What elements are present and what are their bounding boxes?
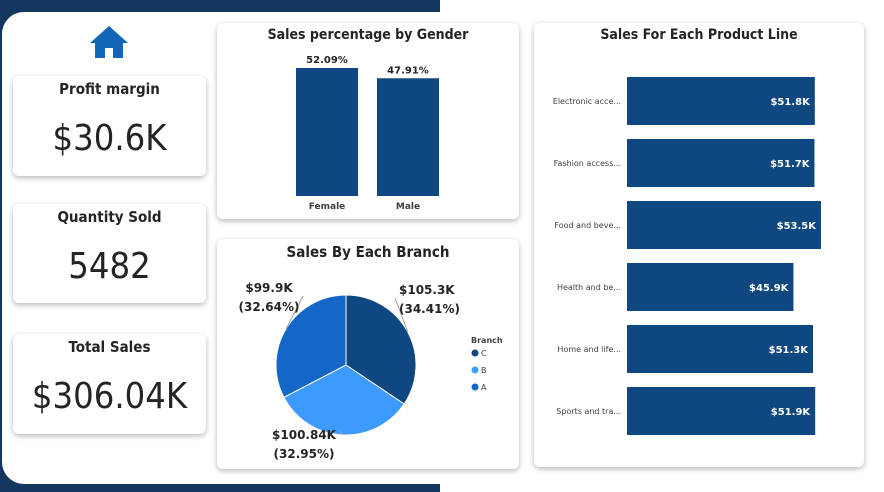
product-chart: $51.8K Electronic acce... $51.7K Fashion ac… bbox=[553, 77, 821, 435]
pie-data-label: (32.64%) bbox=[239, 300, 300, 314]
product-category-label: Sports and tra... bbox=[556, 407, 621, 416]
kpi-title: Profit margin bbox=[59, 80, 160, 98]
kpi-title: Quantity Sold bbox=[57, 208, 162, 226]
gender-chart: 52.09% Female 47.91% Male bbox=[296, 55, 439, 212]
product-data-label: $51.8K bbox=[770, 97, 811, 108]
gender-data-label: 52.09% bbox=[306, 55, 348, 66]
home-icon[interactable] bbox=[88, 24, 130, 60]
product-data-label: $53.5K bbox=[777, 221, 818, 232]
legend-marker bbox=[471, 349, 479, 357]
legend-label[interactable]: C bbox=[481, 349, 487, 358]
kpi-value: 5482 bbox=[68, 246, 151, 287]
legend-marker bbox=[471, 366, 479, 374]
product-chart-card[interactable]: Sales For Each Product Line $51.8K Electr… bbox=[534, 23, 864, 467]
legend-label[interactable]: A bbox=[481, 383, 487, 392]
kpi-card-total-sales: Total Sales $306.04K bbox=[13, 334, 206, 434]
legend-marker bbox=[471, 383, 479, 391]
pie-data-label: $100.84K bbox=[272, 428, 337, 442]
kpi-card-quantity-sold: Quantity Sold 5482 bbox=[13, 204, 206, 303]
product-category-label: Electronic acce... bbox=[553, 97, 621, 106]
legend-label[interactable]: B bbox=[481, 366, 487, 375]
product-category-label: Home and life... bbox=[557, 345, 621, 354]
kpi-value: $306.04K bbox=[31, 376, 188, 417]
pie-data-label: $105.3K bbox=[399, 283, 455, 297]
pie-data-label: $99.9K bbox=[245, 281, 293, 295]
product-category-label: Health and be... bbox=[557, 283, 621, 292]
product-category-label: Food and beve... bbox=[554, 221, 621, 230]
legend-title: Branch bbox=[471, 336, 503, 345]
kpi-card-profit-margin: Profit margin $30.6K bbox=[13, 76, 206, 176]
product-category-label: Fashion access... bbox=[554, 159, 621, 168]
product-data-label: $51.9K bbox=[771, 407, 812, 418]
gender-bar[interactable] bbox=[296, 68, 358, 196]
branch-chart: $105.3K (34.41%) $100.84K (32.95%) $99.9K (32… bbox=[239, 281, 503, 461]
gender-data-label: 47.91% bbox=[387, 65, 429, 76]
pie-data-label: (32.95%) bbox=[274, 447, 335, 461]
pie-data-label: (34.41%) bbox=[399, 302, 460, 316]
product-data-label: $51.3K bbox=[769, 345, 810, 356]
branch-chart-card[interactable]: Sales By Each Branch $105.3K (34.41%) $100… bbox=[217, 239, 519, 469]
product-data-label: $51.7K bbox=[770, 159, 811, 170]
gender-bar[interactable] bbox=[377, 78, 439, 196]
gender-chart-card[interactable]: Sales percentage by Gender 52.09% Female 4… bbox=[217, 23, 519, 219]
gender-category-label: Female bbox=[309, 202, 346, 212]
gender-category-label: Male bbox=[396, 202, 420, 212]
kpi-value: $30.6K bbox=[52, 118, 167, 159]
kpi-title: Total Sales bbox=[68, 338, 151, 356]
product-data-label: $45.9K bbox=[749, 283, 790, 294]
